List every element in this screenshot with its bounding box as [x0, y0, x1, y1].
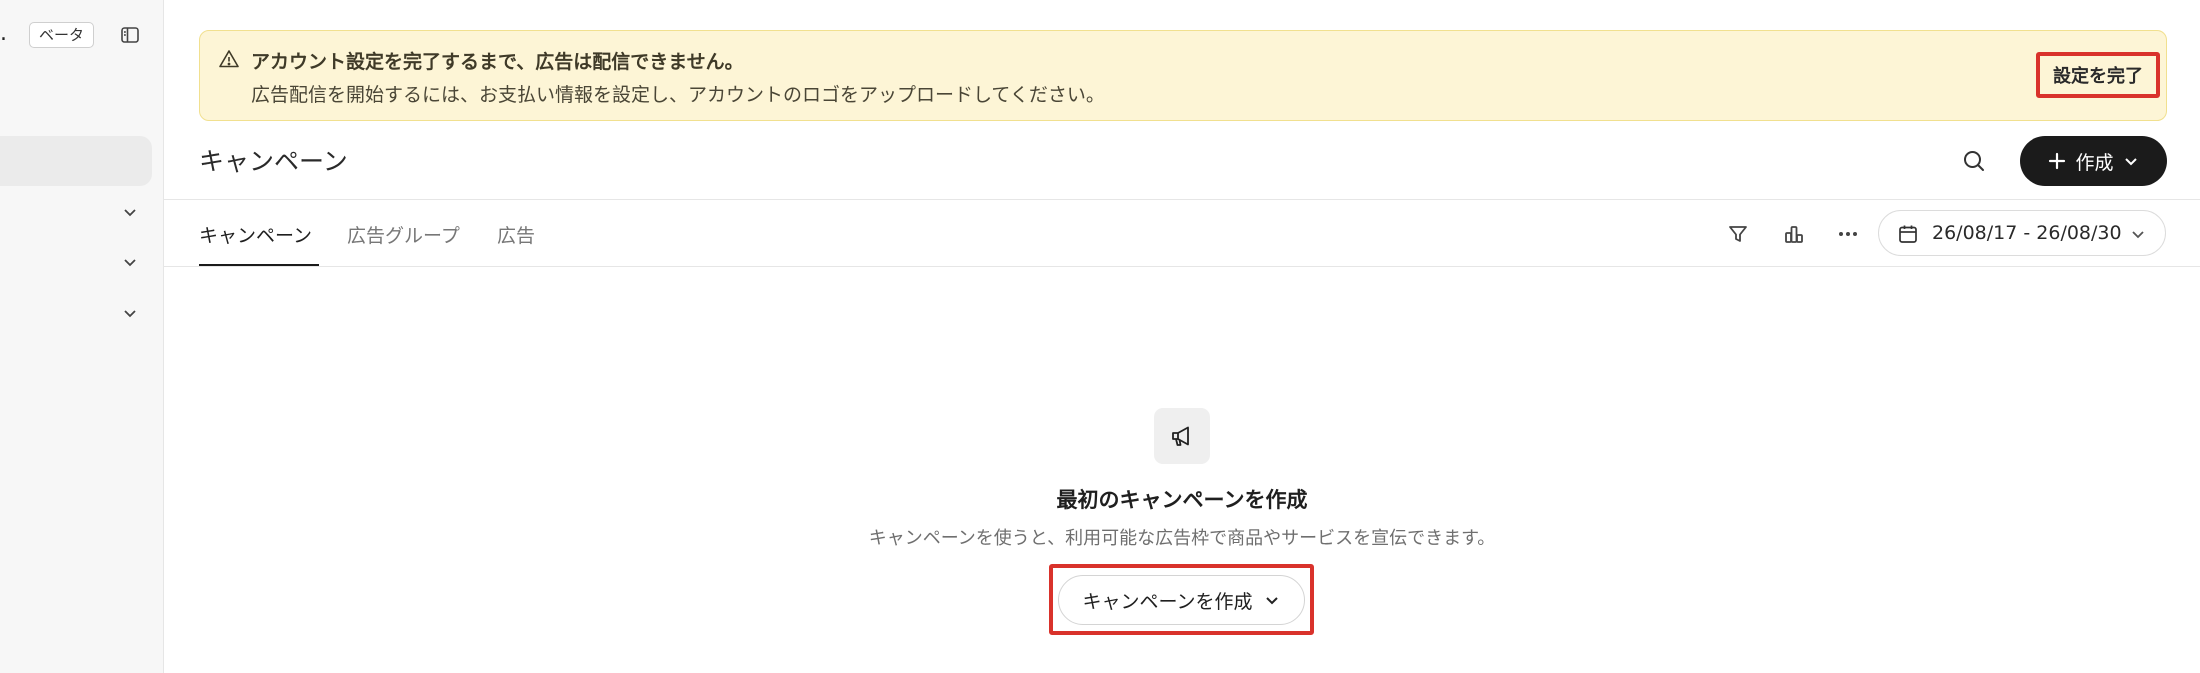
create-button-label: 作成 [2075, 151, 2114, 174]
chevron-down-icon [2124, 158, 2137, 166]
account-setup-banner: アカウント設定を完了するまで、広告は配信できません。 広告配信を開始するには、お… [199, 30, 2167, 121]
tab-ad-groups[interactable]: 広告グループ [347, 221, 460, 248]
create-campaign-button[interactable]: キャンペーンを作成 [1058, 575, 1305, 625]
sidebar-logo-fragment: . [0, 21, 7, 46]
tab-campaigns[interactable]: キャンペーン [199, 221, 312, 248]
megaphone-icon [1154, 408, 1210, 464]
beta-badge: ベータ [29, 22, 95, 48]
chevron-down-icon [2129, 225, 2147, 243]
chart-icon[interactable] [1782, 222, 1806, 246]
empty-state-title: 最初のキャンペーンを作成 [1056, 488, 1308, 512]
chevron-down-icon[interactable] [120, 252, 140, 272]
sidebar: . ベータ [0, 0, 164, 673]
warning-icon [218, 48, 240, 70]
sidebar-toggle-icon[interactable] [119, 24, 141, 46]
search-icon[interactable] [1960, 147, 1988, 175]
chevron-down-icon [1265, 597, 1278, 605]
divider [164, 199, 2200, 200]
page-title: キャンペーン [199, 147, 348, 176]
chevron-down-icon[interactable] [120, 303, 140, 323]
chevron-down-icon[interactable] [120, 202, 140, 222]
sidebar-item-active[interactable] [0, 136, 152, 186]
banner-message: 広告配信を開始するには、お支払い情報を設定し、アカウントのロゴをアップロードして… [251, 84, 1105, 106]
empty-state-description: キャンペーンを使うと、利用可能な広告枠で商品やサービスを宣伝できます。 [868, 528, 1496, 549]
date-range-picker[interactable]: 26/08/17 - 26/08/30 [1878, 210, 2166, 256]
create-campaign-label: キャンペーンを作成 [1082, 590, 1253, 613]
tab-ads[interactable]: 広告 [497, 221, 535, 248]
divider [164, 266, 2200, 267]
calendar-icon [1897, 223, 1919, 245]
create-button[interactable]: 作成 [2020, 136, 2167, 186]
complete-setup-button[interactable]: 設定を完了 [2036, 52, 2160, 98]
plus-icon [2049, 152, 2066, 170]
app-root: . ベータ アカウント設定を完了するまで、広告は配信できません。 広告配信を開始… [0, 0, 2200, 673]
filter-icon[interactable] [1726, 222, 1750, 246]
banner-title: アカウント設定を完了するまで、広告は配信できません。 [251, 51, 744, 73]
more-icon[interactable] [1836, 222, 1860, 246]
date-range-label: 26/08/17 - 26/08/30 [1932, 222, 2122, 244]
